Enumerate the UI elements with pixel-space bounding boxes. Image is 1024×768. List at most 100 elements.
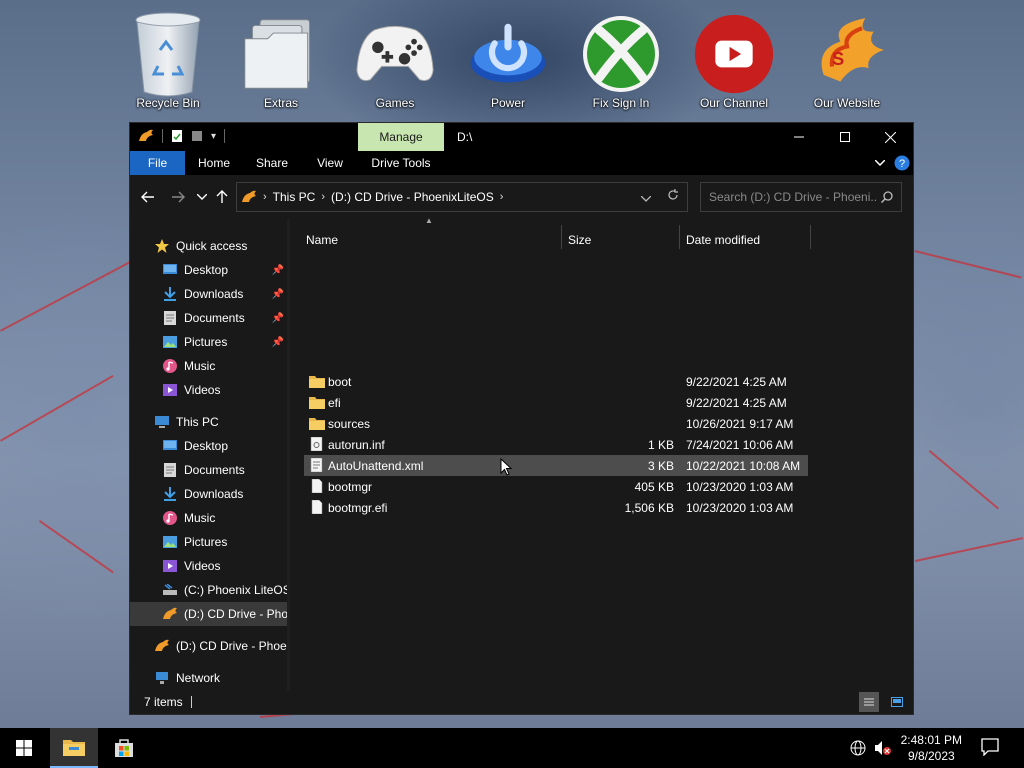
file-row[interactable]: sources 10/26/2021 9:17 AM	[304, 413, 808, 434]
action-center-button[interactable]	[980, 738, 1000, 759]
details-view-button[interactable]	[859, 692, 879, 712]
file-row[interactable]: bootmgr.efi 1,506 KB 10/23/2020 1:03 AM	[304, 497, 808, 518]
desktop-icon-fix-sign-in[interactable]: Fix Sign In	[571, 8, 671, 110]
refresh-button[interactable]	[667, 189, 679, 204]
file-icon	[311, 500, 323, 514]
network-icon	[154, 670, 170, 686]
nav-this-pc[interactable]: This PC	[154, 410, 219, 434]
pin-icon[interactable]: 📌	[272, 337, 284, 348]
pin-icon[interactable]: 📌	[272, 313, 284, 324]
nav-pc-videos[interactable]: Videos	[162, 554, 220, 578]
nav-quick-desktop[interactable]: Desktop 📌	[162, 258, 284, 282]
mouse-cursor-icon	[500, 458, 512, 476]
tab-file[interactable]: File	[130, 151, 185, 175]
desktop-icon-our-website[interactable]: S Our Website	[797, 8, 897, 110]
forward-button[interactable]	[168, 187, 188, 207]
customize-toolbar-icon[interactable]: ▾	[211, 131, 216, 142]
nav-pc-d-drive[interactable]: (D:) CD Drive - Phoe	[130, 602, 287, 626]
tab-drive-tools[interactable]: Drive Tools	[364, 151, 438, 175]
nav-pc-music[interactable]: Music	[162, 506, 215, 530]
file-size: 1,506 KB	[624, 500, 674, 515]
folder-icon	[309, 418, 325, 430]
nav-quick-pictures[interactable]: Pictures 📌	[162, 330, 284, 354]
column-divider[interactable]	[561, 225, 562, 249]
back-button[interactable]	[138, 187, 158, 207]
breadcrumb-separator[interactable]: ›	[263, 191, 267, 203]
volume-tray-button[interactable]	[874, 740, 892, 759]
nav-quick-access[interactable]: Quick access	[154, 234, 247, 258]
file-name: bootmgr.efi	[328, 500, 388, 515]
close-icon	[884, 131, 896, 143]
file-row[interactable]: boot 9/22/2021 4:25 AM	[304, 371, 808, 392]
desktop-icon-recycle-bin[interactable]: Recycle Bin	[118, 8, 218, 110]
nav-pc-documents[interactable]: Documents	[162, 458, 245, 482]
search-box[interactable]: Search (D:) CD Drive - Phoeni...	[700, 182, 902, 212]
nav-quick-documents[interactable]: Documents 📌	[162, 306, 284, 330]
nav-network[interactable]: Network	[154, 666, 220, 689]
column-header-name[interactable]: Name	[306, 225, 338, 255]
file-date: 10/26/2021 9:17 AM	[686, 416, 794, 431]
manage-contextual-tab[interactable]: Manage	[358, 123, 444, 151]
breadcrumb-separator[interactable]: ›	[321, 191, 325, 203]
tab-view[interactable]: View	[308, 151, 352, 175]
start-button[interactable]	[0, 728, 48, 768]
minimize-button[interactable]	[776, 123, 822, 151]
breadcrumb-d-drive[interactable]: (D:) CD Drive - PhoenixLiteOS	[331, 190, 494, 204]
desktop-icon-our-channel[interactable]: Our Channel	[684, 8, 784, 110]
recent-locations-button[interactable]	[192, 187, 212, 207]
properties-icon[interactable]	[171, 129, 183, 143]
nav-pc-c-drive[interactable]: (C:) Phoenix LiteOS	[162, 578, 287, 602]
file-row[interactable]: bootmgr 405 KB 10/23/2020 1:03 AM	[304, 476, 808, 497]
details-view-icon	[864, 698, 874, 706]
nav-quick-music[interactable]: Music	[162, 354, 215, 378]
search-input[interactable]: Search (D:) CD Drive - Phoeni...	[709, 190, 877, 204]
tab-share[interactable]: Share	[250, 151, 294, 175]
nav-pc-desktop[interactable]: Desktop	[162, 434, 228, 458]
help-icon: ?	[894, 155, 910, 171]
clock[interactable]: 2:48:01 PM 9/8/2023	[901, 732, 962, 764]
expand-ribbon-button[interactable]	[870, 151, 890, 175]
column-divider[interactable]	[679, 225, 680, 249]
file-row[interactable]: autorun.inf 1 KB 7/24/2021 10:06 AM	[304, 434, 808, 455]
file-row[interactable]: AutoUnattend.xml 3 KB 10/22/2021 10:08 A…	[304, 455, 808, 476]
taskbar-file-explorer[interactable]	[50, 728, 98, 768]
pin-icon[interactable]: 📌	[272, 265, 284, 276]
desktop-icon-games[interactable]: Games	[345, 8, 445, 110]
help-button[interactable]: ?	[893, 151, 911, 175]
breadcrumb-this-pc[interactable]: This PC	[273, 190, 316, 204]
taskbar-store[interactable]	[100, 728, 148, 768]
refresh-icon	[668, 189, 678, 200]
nav-quick-downloads[interactable]: Downloads 📌	[162, 282, 284, 306]
large-icons-view-button[interactable]	[887, 692, 907, 712]
nav-pc-pictures[interactable]: Pictures	[162, 530, 227, 554]
sort-arrow-icon: ▲	[425, 216, 433, 225]
file-date: 10/23/2020 1:03 AM	[686, 500, 794, 515]
svg-text:S: S	[832, 48, 844, 69]
up-button[interactable]	[212, 187, 232, 207]
column-header-size[interactable]: Size	[568, 225, 591, 255]
file-name: boot	[328, 374, 352, 389]
column-divider[interactable]	[810, 225, 811, 249]
new-folder-icon[interactable]	[191, 129, 203, 143]
address-dropdown-button[interactable]	[640, 191, 652, 205]
status-divider	[190, 696, 192, 708]
taskbar: 2:48:01 PM 9/8/2023	[0, 728, 1024, 768]
nav-quick-videos[interactable]: Videos	[162, 378, 220, 402]
navigation-pane: Quick access Desktop 📌 Downloads 📌 Docum…	[130, 219, 287, 689]
title-bar: ▾ Manage D:\	[130, 123, 913, 151]
close-button[interactable]	[867, 123, 913, 151]
address-bar[interactable]: › This PC › (D:) CD Drive - PhoenixLiteO…	[236, 182, 688, 212]
nav-pc-downloads[interactable]: Downloads	[162, 482, 243, 506]
desktop-icon-extras[interactable]: Extras	[231, 8, 331, 110]
column-header-date[interactable]: Date modified	[686, 225, 760, 255]
network-tray-button[interactable]	[850, 740, 866, 759]
navigation-bar: › This PC › (D:) CD Drive - PhoenixLiteO…	[130, 175, 913, 217]
file-row[interactable]: efi 9/22/2021 4:25 AM	[304, 392, 808, 413]
pin-icon[interactable]: 📌	[272, 289, 284, 300]
tab-home[interactable]: Home	[192, 151, 236, 175]
desktop-icon-power[interactable]: Power	[458, 8, 558, 110]
breadcrumb-separator[interactable]: ›	[500, 191, 504, 203]
maximize-button[interactable]	[822, 123, 868, 151]
desktop-icon-label: Games	[375, 96, 415, 110]
nav-d-drive[interactable]: (D:) CD Drive - Phoer	[154, 634, 287, 658]
